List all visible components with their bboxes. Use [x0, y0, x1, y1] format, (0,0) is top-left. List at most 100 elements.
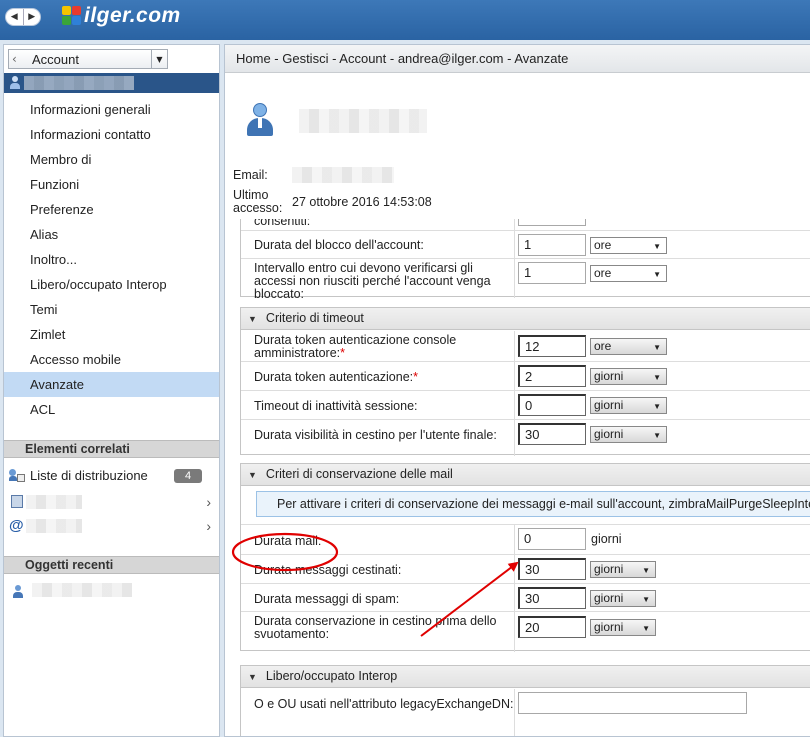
top-bar: ◀ ▶ ilger.com [0, 0, 810, 40]
settings-scroll-area[interactable]: consentiti: 10 Durata del blocco dell'ac… [225, 219, 810, 736]
email-label: Email: [233, 168, 268, 182]
related-item-redacted-2[interactable]: @ › [4, 514, 219, 538]
collapse-triangle-icon: ▼ [248, 470, 257, 480]
interop-row-legacy-dn: O e OU usati nell'attributo legacyExchan… [241, 689, 810, 719]
nav-funzioni[interactable]: Funzioni [4, 172, 219, 197]
lockout-duration-input[interactable]: 1 [518, 234, 586, 256]
chevron-right-icon[interactable]: › [206, 514, 211, 538]
nav-preferenze[interactable]: Preferenze [4, 197, 219, 222]
back-arrow-icon[interactable]: ◀ [6, 9, 24, 25]
forward-arrow-icon[interactable]: ▶ [24, 9, 41, 25]
nav-temi[interactable]: Temi [4, 297, 219, 322]
lockout-duration-unit-select[interactable]: ore ▼ [590, 237, 667, 254]
nav-libero-occupato-interop[interactable]: Libero/occupato Interop [4, 272, 219, 297]
timeout-group-header[interactable]: ▼ Criterio di timeout [241, 308, 810, 330]
lockout-row-duration: Durata del blocco dell'account: 1 ore ▼ [241, 230, 810, 258]
account-avatar-icon [245, 103, 275, 137]
lockout-interval-input[interactable]: 1 [518, 262, 586, 284]
redacted-text [26, 495, 82, 509]
related-distribution-lists[interactable]: Liste di distribuzione 4 [4, 464, 219, 488]
nav-avanzate[interactable]: Avanzate [4, 372, 219, 397]
current-account-header[interactable] [4, 73, 219, 93]
logo-text: ilger.com [84, 4, 181, 27]
timeout-group: ▼ Criterio di timeout Durata token autent… [240, 307, 810, 456]
email-value-redacted [292, 167, 394, 183]
chevron-down-icon: ▼ [653, 373, 661, 382]
redacted-text [32, 583, 132, 597]
spam-lifetime-input[interactable]: 30 [518, 587, 586, 609]
mail-lifetime-input[interactable]: 0 [518, 528, 586, 550]
account-name-redacted [24, 76, 134, 90]
recent-item-redacted[interactable] [4, 580, 219, 604]
breadcrumb: Home - Gestisci - Account - andrea@ilger… [225, 45, 810, 73]
retention-group-header[interactable]: ▼ Criteri di conservazione delle mail [241, 464, 810, 486]
distribution-list-icon [9, 469, 25, 483]
auth-token-duration-input[interactable]: 2 [518, 365, 586, 387]
nav-acl[interactable]: ACL [4, 397, 219, 422]
lockout-group: consentiti: 10 Durata del blocco dell'ac… [240, 219, 810, 301]
interop-group: ▼ Libero/occupato Interop O e OU usati ne… [240, 665, 810, 736]
failed-attempts-input[interactable]: 10 [518, 219, 586, 226]
chevron-down-icon: ▼ [653, 343, 661, 352]
user-icon [9, 76, 21, 90]
nav-accesso-mobile[interactable]: Accesso mobile [4, 347, 219, 372]
timeout-row-trash-visibility: Durata visibilità in cestino per l'utent… [241, 419, 810, 449]
nav-zimlet[interactable]: Zimlet [4, 322, 219, 347]
building-icon [11, 495, 23, 508]
nav-informazioni-contatto[interactable]: Informazioni contatto [4, 122, 219, 147]
nav-inoltro[interactable]: Inoltro... [4, 247, 219, 272]
trash-purge-input[interactable]: 20 [518, 616, 586, 638]
timeout-row-session-idle: Timeout di inattività sessione: 0 giorni… [241, 390, 810, 419]
account-display-name-redacted [299, 109, 427, 133]
chevron-down-icon: ▼ [653, 242, 661, 251]
lockout-row-interval: Intervallo entro cui devono verificarsi … [241, 258, 810, 301]
chevron-down-icon[interactable]: ▼ [151, 50, 167, 68]
chevron-down-icon: ▼ [653, 431, 661, 440]
admin-token-duration-input[interactable]: 12 [518, 335, 586, 357]
timeout-row-auth-token: Durata token autenticazione:* 2 giorni ▼ [241, 361, 810, 390]
last-access-value: 27 ottobre 2016 14:53:08 [292, 195, 432, 209]
retention-row-trash-purge: Durata conservazione in cestino prima de… [241, 611, 810, 643]
session-idle-timeout-input[interactable]: 0 [518, 394, 586, 416]
nav-informazioni-generali[interactable]: Informazioni generali [4, 97, 219, 122]
count-badge: 4 [174, 469, 202, 483]
related-section-header: Elementi correlati [4, 440, 219, 458]
retention-group: ▼ Criteri di conservazione delle mail Per… [240, 463, 810, 652]
trash-purge-unit-select[interactable]: giorni ▼ [590, 619, 656, 636]
recent-section-header: Oggetti recenti [4, 556, 219, 574]
trash-lifetime-input[interactable]: 30 [518, 558, 586, 580]
nav-alias[interactable]: Alias [4, 222, 219, 247]
lockout-interval-unit-select[interactable]: ore ▼ [590, 265, 667, 282]
chevron-down-icon: ▼ [642, 595, 650, 604]
at-sign-icon: @ [9, 517, 24, 534]
retention-row-spam: Durata messaggi di spam: 30 giorni ▼ [241, 583, 810, 611]
puzzle-logo-icon [62, 6, 82, 26]
related-item-redacted-1[interactable]: › [4, 490, 219, 514]
account-selector-label: Account [32, 51, 79, 67]
related-distribution-lists-label: Liste di distribuzione [30, 468, 148, 483]
chevron-down-icon: ▼ [642, 624, 650, 633]
trash-visibility-unit-select[interactable]: giorni ▼ [590, 426, 667, 443]
retention-row-mail: Durata mail: 0 giorni [241, 524, 810, 554]
chevron-right-icon[interactable]: › [206, 490, 211, 514]
sidebar: ‹ Account ▼ Informazioni generali Inform… [3, 44, 220, 737]
admin-token-unit-select[interactable]: ore ▼ [590, 338, 667, 355]
chevron-down-icon: ▼ [653, 402, 661, 411]
mail-lifetime-unit: giorni [591, 532, 622, 546]
legacy-exchange-dn-input[interactable] [518, 692, 747, 714]
chevron-down-icon: ▼ [653, 270, 661, 279]
trash-visibility-input[interactable]: 30 [518, 423, 586, 445]
history-nav: ◀ ▶ [5, 8, 41, 26]
trash-lifetime-unit-select[interactable]: giorni ▼ [590, 561, 656, 578]
lockout-row-failed-attempts: consentiti: 10 [241, 219, 810, 230]
interop-group-header[interactable]: ▼ Libero/occupato Interop [241, 666, 810, 688]
back-chevron-icon[interactable]: ‹ [12, 52, 17, 66]
user-icon [12, 585, 24, 599]
account-selector[interactable]: ‹ Account ▼ [8, 49, 168, 69]
spam-lifetime-unit-select[interactable]: giorni ▼ [590, 590, 656, 607]
auth-token-unit-select[interactable]: giorni ▼ [590, 368, 667, 385]
session-idle-unit-select[interactable]: giorni ▼ [590, 397, 667, 414]
main-panel: Home - Gestisci - Account - andrea@ilger… [224, 44, 810, 737]
redacted-text [26, 519, 82, 533]
nav-membro-di[interactable]: Membro di [4, 147, 219, 172]
